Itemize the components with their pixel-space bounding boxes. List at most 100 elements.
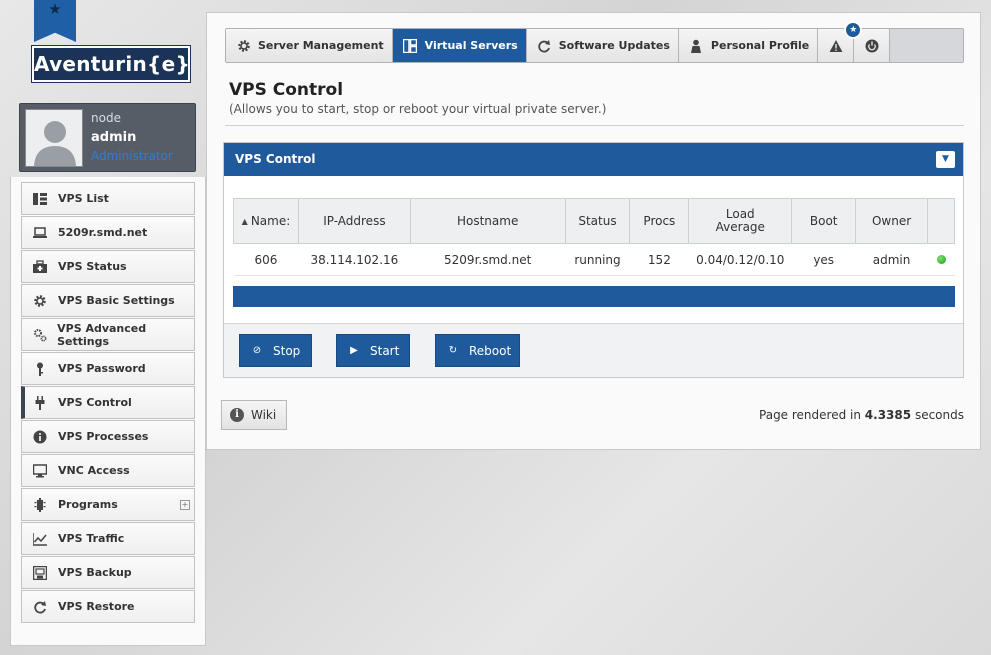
table-row[interactable]: 606 38.114.102.16 5209r.smd.net running … (233, 243, 955, 276)
column-header-boot[interactable]: Boot (791, 198, 857, 244)
divider (225, 125, 964, 126)
warning-icon (828, 38, 843, 53)
tab-bar-filler (890, 29, 963, 62)
sidebar-item-vps-control[interactable]: VPS Control (21, 386, 195, 419)
user-node: node (91, 111, 121, 125)
column-header-ip[interactable]: IP-Address (297, 198, 411, 244)
sidebar-item-label: 5209r.smd.net (58, 226, 148, 239)
column-header-status[interactable]: Status (564, 198, 631, 244)
tab-label: Software Updates (558, 39, 670, 52)
cell-hostname: 5209r.smd.net (410, 243, 566, 276)
sidebar-item-label: VPS Traffic (58, 532, 125, 545)
restore-icon (32, 599, 48, 615)
sidebar-item-label: VNC Access (58, 464, 130, 477)
info-icon (32, 429, 48, 445)
sidebar-item-vps-processes[interactable]: VPS Processes (21, 420, 195, 453)
cell-name: 606 (233, 243, 299, 276)
gear-icon (32, 293, 48, 309)
sidebar-item-vps-restore[interactable]: VPS Restore (21, 590, 195, 623)
sidebar-item-vps-backup[interactable]: VPS Backup (21, 556, 195, 589)
logo[interactable]: ★ Aventurin{e} (30, 0, 192, 84)
avatar-silhouette-icon (26, 110, 82, 166)
sidebar-item-label: VPS Control (58, 396, 132, 409)
render-time-value: 4.3385 (864, 408, 912, 422)
page-title: VPS Control (229, 80, 344, 100)
tab-server-management[interactable]: Server Management (226, 29, 393, 62)
sidebar-item-vps-status[interactable]: VPS Status (21, 250, 195, 283)
cell-load-average: 0.04/0.12/0.10 (688, 243, 792, 276)
sidebar-item-programs[interactable]: Programs + (21, 488, 195, 521)
sort-ascending-icon: ▲ (241, 216, 248, 226)
wiki-button[interactable]: i Wiki (221, 400, 287, 430)
tab-label: Personal Profile (710, 39, 810, 52)
cell-procs: 152 (629, 243, 689, 276)
page-subtitle: (Allows you to start, stop or reboot you… (229, 102, 607, 116)
cell-indicator (927, 243, 955, 276)
sidebar-item-vnc-access[interactable]: VNC Access (21, 454, 195, 487)
tab-label: Virtual Servers (424, 39, 518, 52)
status-icon (32, 259, 48, 275)
sidebar-item-vps-traffic[interactable]: VPS Traffic (21, 522, 195, 555)
monitor-icon (32, 463, 48, 479)
table-footer-bar (233, 286, 955, 307)
cell-status: running (565, 243, 630, 276)
tab-label: Server Management (258, 39, 384, 52)
sidebar-item-label: VPS Backup (58, 566, 132, 579)
column-header-procs[interactable]: Procs (629, 198, 690, 244)
backup-icon (32, 565, 48, 581)
main-panel: Server Management Virtual Servers Softwa… (206, 12, 981, 450)
column-header-load-average[interactable]: Load Average (688, 198, 793, 244)
status-online-icon (936, 254, 946, 264)
tab-alerts[interactable]: ★ (818, 21, 863, 62)
sidebar-item-label: VPS Processes (58, 430, 149, 443)
refresh-icon (537, 38, 552, 53)
cell-ip: 38.114.102.16 (298, 243, 411, 276)
column-header-indicator (927, 198, 955, 244)
sidebar-item-vps-advanced-settings[interactable]: VPS Advanced Settings (21, 318, 195, 351)
layout-icon (403, 38, 418, 53)
column-header-name[interactable]: ▲ Name: (233, 198, 299, 244)
block-header: VPS Control ▼ (224, 143, 963, 176)
column-header-owner[interactable]: Owner (855, 198, 929, 244)
user-role-link[interactable]: Administrator (91, 147, 173, 166)
cell-owner: admin (855, 243, 928, 276)
user-name: admin (91, 130, 137, 145)
key-icon (32, 361, 48, 377)
render-time-info: Page rendered in 4.3385 seconds (759, 408, 964, 422)
refresh-icon: ↻ (448, 345, 458, 356)
sidebar: VPS List 5209r.smd.net VPS Status VPS Ba… (10, 177, 206, 646)
sidebar-item-label: VPS Password (58, 362, 146, 375)
info-icon: i (230, 408, 244, 422)
power-icon (864, 38, 879, 53)
vps-control-block: VPS Control ▼ ▲ Name: IP-Address Hostname… (223, 142, 964, 378)
sidebar-item-label: VPS Advanced Settings (57, 321, 147, 348)
user-card: node admin Administrator (19, 103, 196, 172)
sidebar-item-label: VPS Restore (58, 600, 135, 613)
block-body: ▲ Name: IP-Address Hostname Status Procs … (224, 176, 963, 324)
sidebar-item-vps-basic-settings[interactable]: VPS Basic Settings (21, 284, 195, 317)
tab-personal-profile[interactable]: Personal Profile (678, 29, 819, 62)
tab-software-updates[interactable]: Software Updates (526, 29, 679, 62)
stop-button[interactable]: ⊘ Stop (239, 334, 312, 367)
tab-virtual-servers[interactable]: Virtual Servers (392, 29, 527, 62)
sidebar-item-label: VPS Status (58, 260, 127, 273)
column-header-hostname[interactable]: Hostname (409, 198, 566, 244)
sidebar-item-label: VPS List (58, 192, 109, 205)
start-button[interactable]: ▶ Start (336, 334, 410, 367)
chart-icon (32, 531, 48, 547)
logo-text: Aventurin{e} (31, 45, 191, 83)
expand-icon[interactable]: + (180, 500, 190, 510)
top-tab-bar: Server Management Virtual Servers Softwa… (225, 21, 964, 63)
sidebar-item-label: VPS Basic Settings (58, 294, 175, 307)
sidebar-item-vps-password[interactable]: VPS Password (21, 352, 195, 385)
reboot-button[interactable]: ↻ Reboot (435, 334, 520, 367)
sidebar-item-host[interactable]: 5209r.smd.net (21, 216, 195, 249)
chevron-down-icon[interactable]: ▼ (936, 151, 955, 168)
avatar (25, 109, 83, 167)
person-icon (689, 38, 704, 53)
block-title: VPS Control (235, 152, 316, 166)
sidebar-item-vps-list[interactable]: VPS List (21, 182, 195, 215)
star-icon: ★ (48, 0, 62, 18)
chip-icon (32, 497, 48, 513)
laptop-icon (32, 225, 48, 241)
